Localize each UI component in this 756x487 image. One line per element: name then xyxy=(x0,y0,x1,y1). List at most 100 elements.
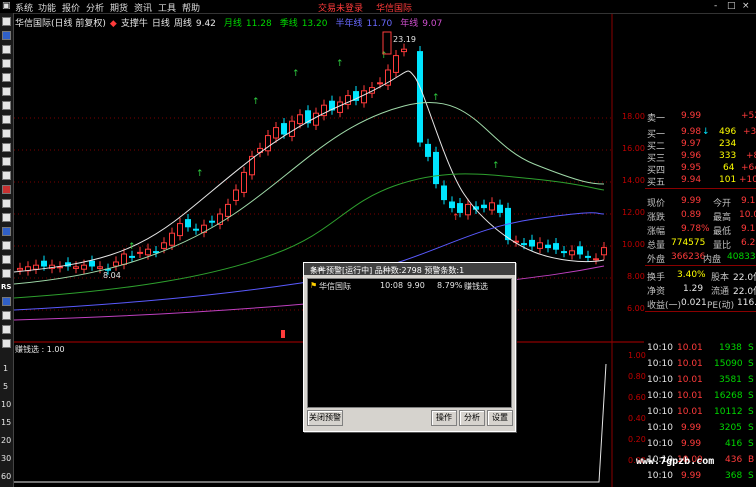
close-button[interactable]: × xyxy=(742,1,750,11)
order-volume: 234 xyxy=(719,139,737,149)
sub-chart-label: 赚钱选 : 1.00 xyxy=(15,345,65,354)
order-price: 9.97 xyxy=(681,139,702,149)
price-axis-10: 10.00 xyxy=(622,240,645,249)
window-icon[interactable] xyxy=(2,241,11,250)
table-icon[interactable] xyxy=(2,73,11,82)
quote-value: 0.89 xyxy=(681,210,702,220)
analyze-button[interactable]: 分析 xyxy=(459,410,485,426)
candle-body xyxy=(169,232,175,246)
menu-tools[interactable]: 工具 xyxy=(158,1,176,14)
minimize-button[interactable]: - xyxy=(714,1,717,11)
alert-list[interactable]: ⚑ 华信国际 10:08 9.90 8.79% 赚钱选 xyxy=(307,278,512,408)
tick-side: S xyxy=(748,423,754,433)
candle-body xyxy=(113,261,119,267)
tick-volume: 16268 xyxy=(714,391,743,401)
zoom-out-icon[interactable] xyxy=(2,269,11,278)
menu-help[interactable]: 帮助 xyxy=(182,1,200,14)
candle-body xyxy=(377,82,383,85)
order-price: 9.98 xyxy=(681,127,702,137)
order-change: +8 xyxy=(746,151,756,161)
calc-icon[interactable] xyxy=(2,171,11,180)
tick-side: S xyxy=(748,391,754,401)
settings-button[interactable]: 设置 xyxy=(487,410,513,426)
order-change: +64 xyxy=(741,163,756,173)
up-arrow-marker: ↑ xyxy=(432,93,440,103)
sub-tick-1: 1 xyxy=(3,364,9,373)
price-axis-8: 8.00 xyxy=(627,272,645,281)
alert-time: 10:08 xyxy=(380,281,404,290)
trend-icon[interactable] xyxy=(2,115,11,124)
kline-icon[interactable] xyxy=(2,101,11,110)
tick-time: 10:10 xyxy=(647,407,673,417)
up-arrow-marker: ↑ xyxy=(252,97,260,107)
candle-body xyxy=(177,223,183,237)
close-alert-button[interactable]: 关闭预警 xyxy=(307,410,343,426)
menu-futures[interactable]: 期货 xyxy=(110,1,128,14)
order-volume: 101 xyxy=(719,175,737,185)
order-volume: 333 xyxy=(719,151,737,161)
chart-header: 华信国际(日线 前复权) ◆ 支撑牛 日线 周线 9.42 月线 11.28 季线 13.20 半年… xyxy=(15,16,450,29)
candlesticks xyxy=(17,43,607,276)
alert-title-text: 条件预警[运行中] 品种数:2798 预警条数:1 xyxy=(310,266,465,275)
quote-label: 今开 xyxy=(713,199,732,209)
menu-system[interactable]: 系统 xyxy=(15,1,33,14)
cross-icon[interactable] xyxy=(2,311,11,320)
operate-button[interactable]: 操作 xyxy=(431,410,457,426)
alert-dialog[interactable]: 条件预警[运行中] 品种数:2798 预警条数:1 >> ⚑ 华信国际 10:0… xyxy=(303,262,516,432)
move-icon[interactable] xyxy=(2,297,11,306)
info-icon[interactable] xyxy=(2,157,11,166)
home-icon[interactable] xyxy=(2,17,11,26)
rs-icon[interactable]: RS xyxy=(1,283,11,291)
up-arrow-marker: ↑ xyxy=(492,161,500,171)
select-icon[interactable] xyxy=(2,199,11,208)
red-arrow-marker: ↑ xyxy=(452,213,460,223)
sub-tick-10: 10 xyxy=(1,400,12,409)
menu-function[interactable]: 功能 xyxy=(38,1,56,14)
quote-row: 换手 3.40% 股本 22.0亿 xyxy=(645,270,756,283)
sort-icon[interactable] xyxy=(2,143,11,152)
sub-axis-0.2: 0.20 xyxy=(628,435,646,444)
alert-icon[interactable] xyxy=(2,185,11,194)
alert-row[interactable]: ⚑ 华信国际 10:08 9.90 8.79% 赚钱选 xyxy=(310,281,508,292)
tick-price: 10.01 xyxy=(677,407,703,417)
tick-volume: 15090 xyxy=(714,359,743,369)
ma120-label: 年线 xyxy=(400,19,419,29)
system-icon[interactable] xyxy=(2,227,11,236)
f10-icon[interactable] xyxy=(2,129,11,138)
trading-login-status[interactable]: 交易未登录 xyxy=(318,1,363,14)
tick-side: S xyxy=(748,407,754,417)
formula-icon[interactable] xyxy=(2,213,11,222)
up-arrow-marker: ↑ xyxy=(336,59,344,69)
minute-chart-icon[interactable] xyxy=(2,87,11,96)
tick-row: 10:10 10.01 16268 S xyxy=(645,391,756,403)
expand-arrows[interactable]: >> xyxy=(310,265,323,274)
candle-body xyxy=(489,202,495,211)
menu-news[interactable]: 资讯 xyxy=(134,1,152,14)
quote-label: 流通 xyxy=(711,287,730,297)
tick-price: 10.01 xyxy=(677,375,703,385)
maximize-button[interactable]: □ xyxy=(727,1,736,11)
zoom-in-icon[interactable] xyxy=(2,255,11,264)
tick-side: S xyxy=(748,375,754,385)
list-icon[interactable] xyxy=(2,31,11,40)
tick-time: 10:10 xyxy=(647,359,673,369)
tick-row: 10:10 9.99 416 S xyxy=(645,439,756,451)
quote-row: 现价 9.99 今开 9.16 xyxy=(645,196,756,209)
menu-quote[interactable]: 报价 xyxy=(62,1,80,14)
chart-icon[interactable] xyxy=(2,59,11,68)
grid-icon[interactable] xyxy=(2,45,11,54)
indicator-name[interactable]: 支撑牛 xyxy=(121,19,148,29)
price-axis-6: 6.00 xyxy=(627,304,645,313)
menu-analysis[interactable]: 分析 xyxy=(86,1,104,14)
quote-label: 收益(一) xyxy=(647,301,682,311)
alert-dialog-title[interactable]: 条件预警[运行中] 品种数:2798 预警条数:1 >> xyxy=(304,263,515,275)
quote-value: 9.12 xyxy=(741,224,756,234)
order-change: +528 xyxy=(741,111,756,121)
sub-tick-5: 5 xyxy=(3,382,9,391)
sub-tick-20: 20 xyxy=(1,436,12,445)
tool-icon[interactable] xyxy=(2,325,11,334)
tick-side: S xyxy=(748,343,754,353)
order-price: 9.94 xyxy=(681,175,702,185)
tick-price: 10.01 xyxy=(677,391,703,401)
settings-icon[interactable] xyxy=(2,339,11,348)
